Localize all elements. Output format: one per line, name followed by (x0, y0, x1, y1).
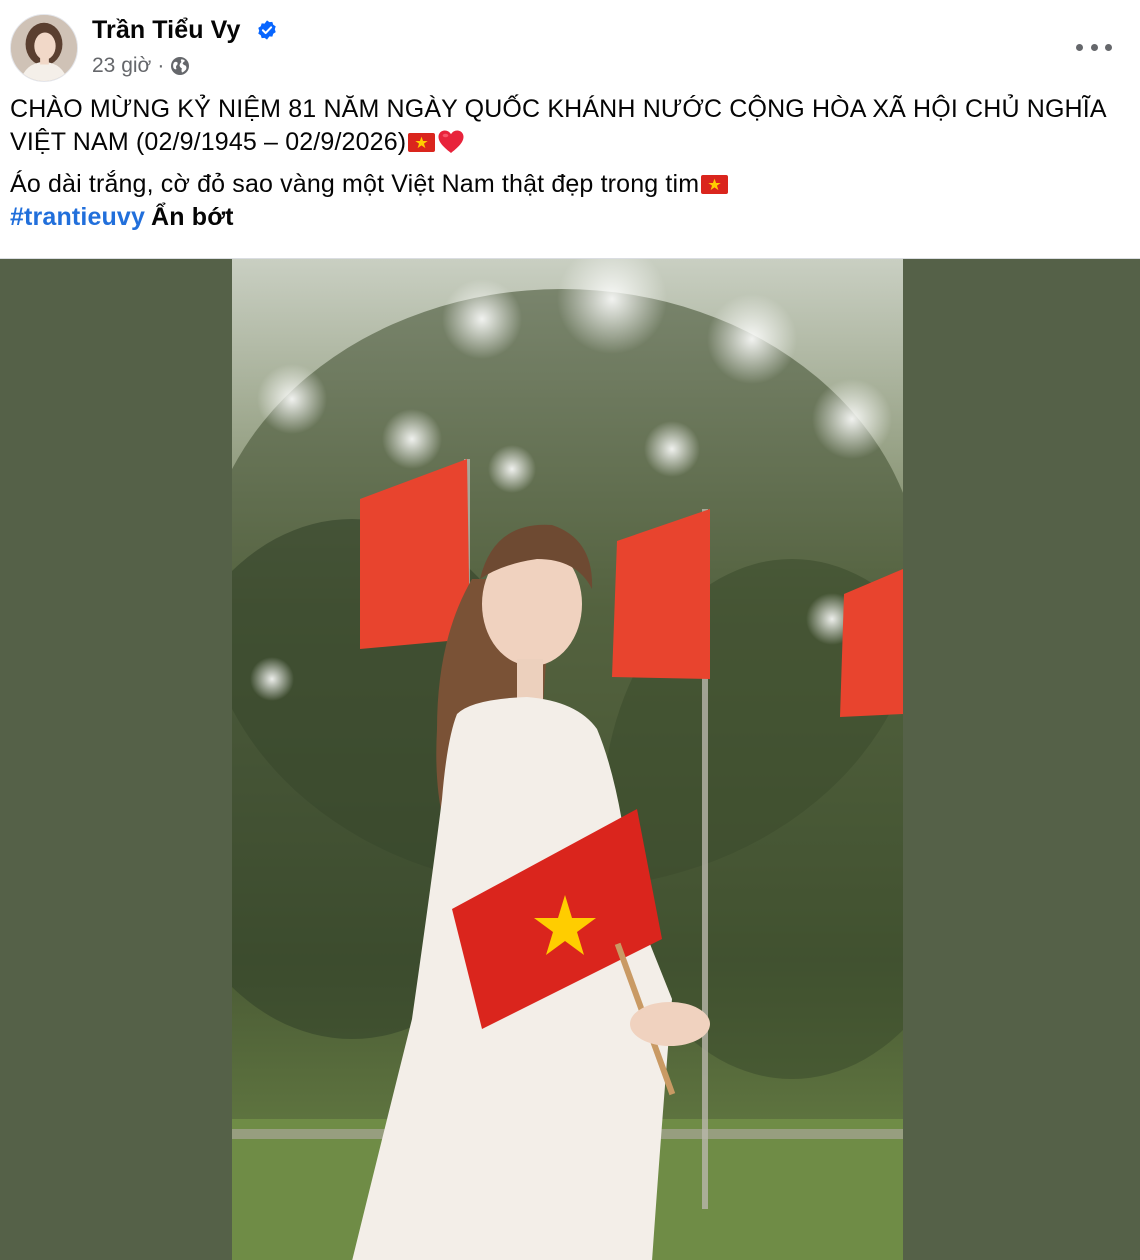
facebook-post: Trần Tiểu Vy 23 giờ · CHÀO MỪNG KỶ NIỆM … (0, 0, 1140, 1260)
red-heart-icon (438, 130, 464, 153)
author-avatar[interactable] (10, 14, 78, 82)
meta-separator: · (157, 54, 165, 77)
more-dot (1076, 43, 1083, 51)
post-text-paragraph-1: CHÀO MỪNG KỶ NIỆM 81 NĂM NGÀY QUỐC KHÁNH… (10, 93, 1125, 159)
avatar-image (11, 15, 77, 81)
post-timestamp[interactable]: 23 giờ (92, 54, 151, 78)
hashtag-link[interactable]: #trantieuvy (10, 203, 145, 231)
post-media (0, 258, 1140, 1260)
post-caption: Áo dài trắng, cờ đỏ sao vàng một Việt Na… (10, 170, 700, 198)
more-options-icon[interactable] (1076, 36, 1112, 58)
post-text-paragraph-3: #trantieuvy Ẩn bớt (10, 201, 1125, 234)
post-text-paragraph-2: Áo dài trắng, cờ đỏ sao vàng một Việt Na… (10, 168, 1125, 201)
post-headline: CHÀO MỪNG KỶ NIỆM 81 NĂM NGÀY QUỐC KHÁNH… (10, 95, 1106, 156)
more-dot (1090, 43, 1098, 51)
vietnam-flag-icon (408, 133, 436, 152)
post-photo[interactable] (232, 259, 903, 1260)
see-less-button[interactable]: Ẩn bớt (151, 203, 234, 231)
post-header: Trần Tiểu Vy 23 giờ · (10, 14, 1130, 84)
post-text: CHÀO MỪNG KỶ NIỆM 81 NĂM NGÀY QUỐC KHÁNH… (10, 93, 1125, 234)
more-dot (1105, 43, 1112, 51)
verified-badge-icon (258, 20, 276, 40)
vietnam-flag-icon (701, 175, 729, 194)
photo-image (232, 259, 903, 1260)
globe-icon[interactable] (170, 56, 190, 76)
author-name[interactable]: Trần Tiểu Vy (92, 16, 240, 45)
post-meta: 23 giờ · (92, 52, 190, 80)
